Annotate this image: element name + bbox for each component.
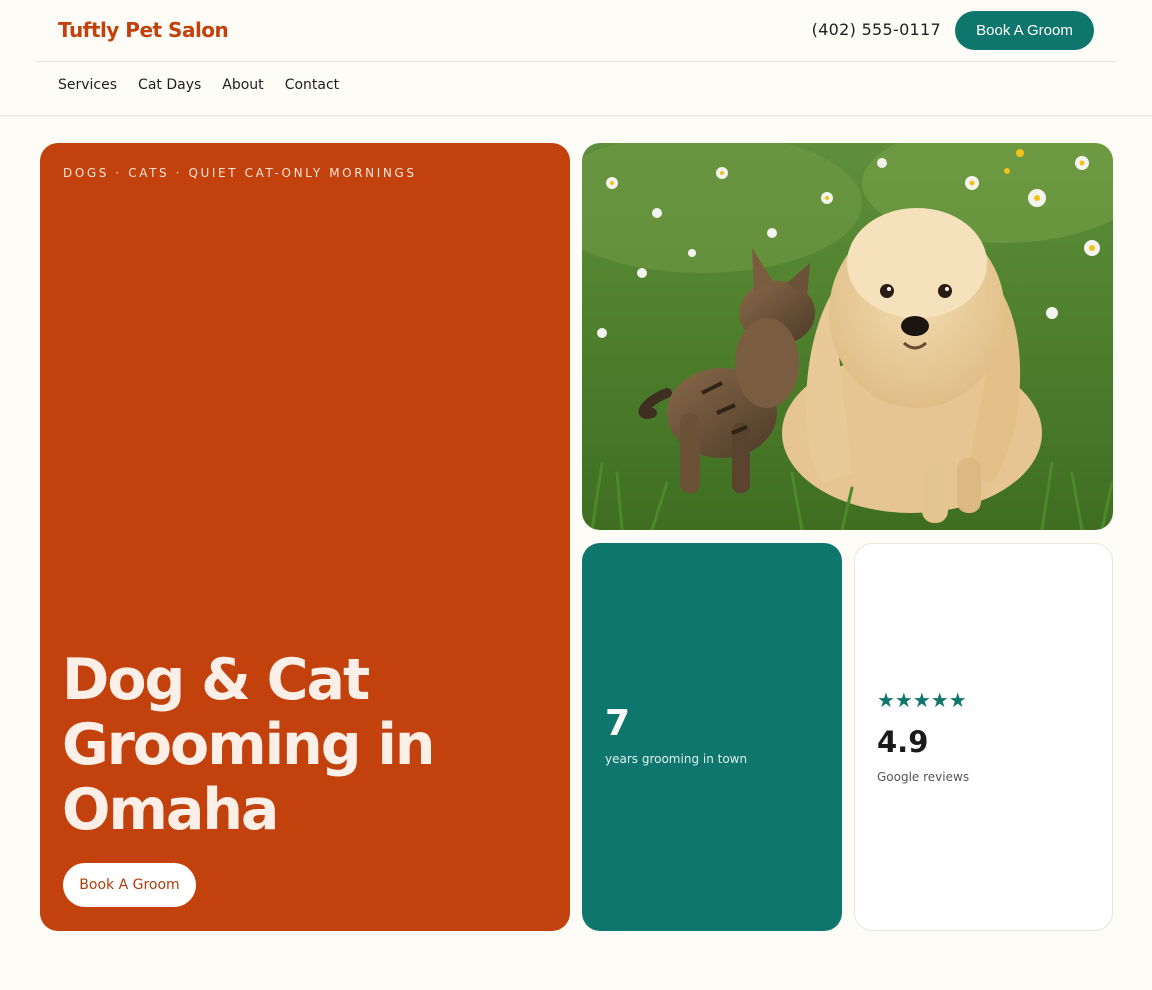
site-header: Tuftly Pet Salon (402) 555-0117 Book A G…: [36, 0, 1116, 62]
hero-book-groom-button[interactable]: Book A Groom: [63, 863, 196, 907]
hero-photo: [582, 143, 1113, 530]
brand-logo[interactable]: Tuftly Pet Salon: [58, 18, 229, 42]
nav-item-cat-days[interactable]: Cat Days: [138, 77, 201, 93]
reviews-label: Google reviews: [877, 770, 970, 784]
hero-eyebrow: DOGS · CATS · QUIET CAT-ONLY MORNINGS: [63, 166, 417, 180]
hero-card: DOGS · CATS · QUIET CAT-ONLY MORNINGS Do…: [40, 143, 570, 931]
nav-item-about[interactable]: About: [222, 77, 263, 93]
years-stat-label: years grooming in town: [605, 752, 748, 766]
book-groom-button[interactable]: Book A Groom: [955, 11, 1094, 50]
years-stat-card: 7 years grooming in town: [582, 543, 842, 931]
main-nav: Services Cat Days About Contact: [0, 62, 1152, 116]
years-stat-value: 7: [605, 703, 631, 744]
reviews-card: ★★★★★ 4.9 Google reviews: [854, 543, 1113, 931]
nav-item-services[interactable]: Services: [58, 77, 117, 93]
rating-value: 4.9: [877, 725, 929, 759]
star-rating-icon: ★★★★★: [877, 688, 967, 712]
nav-item-contact[interactable]: Contact: [285, 77, 339, 93]
hero-title: Dog & Cat Grooming in Omaha: [62, 647, 436, 843]
phone-number[interactable]: (402) 555-0117: [812, 20, 941, 39]
